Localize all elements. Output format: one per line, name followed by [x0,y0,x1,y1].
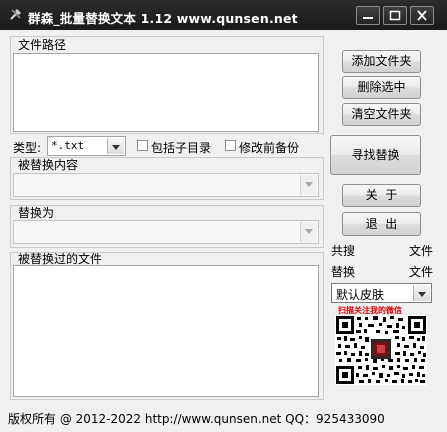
close-icon [417,10,427,21]
wechat-qr-code [335,315,427,385]
total-searched-label: 共搜 [331,244,356,258]
add-folder-button-label: 添加文件夹 [351,54,412,68]
about-button-label: 关 于 [365,188,398,202]
include-subdirs-checkbox[interactable] [137,140,148,151]
total-searched-unit: 文件 [409,244,434,258]
total-replaced-unit: 文件 [409,265,434,279]
add-folder-button[interactable]: 添加文件夹 [342,50,421,73]
find-replace-button[interactable]: 寻找替换 [330,135,421,175]
type-filter-combobox[interactable]: *.txt [47,136,126,156]
include-subdirs-label[interactable]: 包括子目录 [151,139,211,156]
find-content-label: 被替换内容 [18,158,79,172]
chevron-down-icon[interactable] [300,175,317,195]
exit-button-label: 退 出 [365,217,398,231]
file-path-label: 文件路径 [18,38,67,52]
minimize-button[interactable] [356,6,380,25]
clear-folders-button-label: 清空文件夹 [351,107,412,121]
exit-button[interactable]: 退 出 [342,212,421,236]
maximize-button[interactable] [383,6,407,25]
find-content-input[interactable] [13,173,319,197]
backup-before-label[interactable]: 修改前备份 [239,139,299,156]
status-bar: 版权所有 @ 2012-2022 http://www.qunsen.net Q… [0,405,447,432]
replaced-files-list[interactable] [13,265,319,397]
skin-selector-value: 默认皮肤 [336,288,385,302]
type-filter-value: *.txt [51,139,85,152]
replace-with-input[interactable] [13,220,319,244]
clear-folders-button[interactable]: 清空文件夹 [342,103,421,126]
find-replace-button-label: 寻找替换 [351,148,400,162]
window-title: 群森_批量替换文本 1.12 www.qunsen.net [28,11,298,26]
copyright-text: 版权所有 @ 2012-2022 http://www.qunsen.net Q… [8,412,385,426]
chevron-down-icon[interactable] [107,138,124,154]
delete-selected-button[interactable]: 删除选中 [342,76,421,99]
skin-selector[interactable]: 默认皮肤 [331,283,432,303]
close-button[interactable] [410,6,434,25]
file-path-list[interactable] [13,53,319,132]
type-label: 类型: [13,141,42,155]
total-replaced-label: 替换 [331,265,356,279]
backup-before-checkbox[interactable] [225,140,236,151]
minimize-icon [363,17,373,19]
maximize-icon [389,10,401,21]
tools-icon [10,9,21,20]
replace-with-label: 替换为 [18,206,55,220]
chevron-down-icon[interactable] [300,222,317,242]
title-bar[interactable]: 群森_批量替换文本 1.12 www.qunsen.net [0,0,447,30]
delete-selected-button-label: 删除选中 [357,80,406,94]
about-button[interactable]: 关 于 [342,184,421,207]
chevron-down-icon[interactable] [413,285,430,301]
